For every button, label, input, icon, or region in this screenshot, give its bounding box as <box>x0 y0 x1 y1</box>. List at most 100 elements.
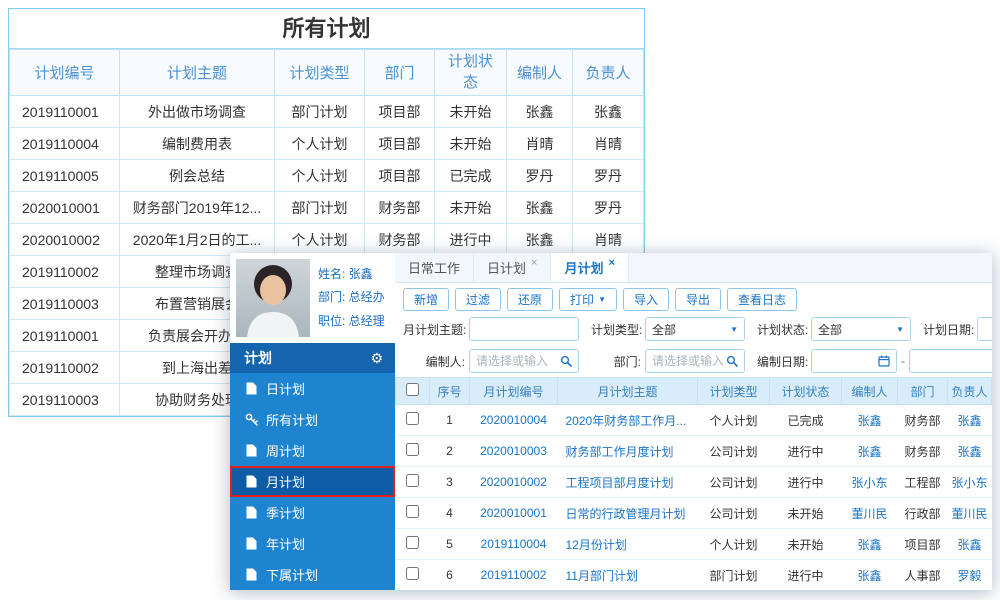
subject-link[interactable]: 12月份计划 <box>566 538 627 552</box>
plan-number-link[interactable]: 2020010004 <box>480 413 547 427</box>
cell-index: 6 <box>429 559 470 590</box>
creator-input[interactable] <box>476 354 557 368</box>
owner-link[interactable]: 张鑫 <box>957 538 981 552</box>
add-button[interactable]: 新增 <box>403 287 450 311</box>
table-row[interactable]: 2020010001 财务部门2019年12... 部门计划 财务部 未开始 张… <box>9 191 644 224</box>
table-row[interactable]: 6 2019110002 11月部门计划 部门计划 进行中 张鑫 人事部 罗毅 <box>395 559 992 590</box>
owner-link[interactable]: 张小东 <box>951 476 987 490</box>
plan-type-select[interactable]: 全部 ▼ <box>645 317 745 341</box>
owner-link[interactable]: 董川民 <box>951 507 987 521</box>
cell-creator: 张鑫 <box>841 435 898 467</box>
cell-creator: 肖晴 <box>506 127 573 160</box>
col-type: 计划类型 <box>274 49 365 96</box>
owner-link[interactable]: 张鑫 <box>957 445 981 459</box>
sidebar-item-subordinate-plan[interactable]: 下属计划 <box>230 559 395 590</box>
owner-link[interactable]: 张鑫 <box>957 414 981 428</box>
created-date-start-input[interactable] <box>818 354 875 368</box>
sidebar-section-plan[interactable]: 计划 ⚙ <box>230 343 395 373</box>
export-button[interactable]: 导出 <box>675 287 722 311</box>
tab-day-plan[interactable]: 日计划 × <box>474 253 552 282</box>
cell-subject: 财务部门2019年12... <box>119 191 275 224</box>
search-icon[interactable] <box>560 355 572 367</box>
filter-button[interactable]: 过滤 <box>455 287 502 311</box>
table-row[interactable]: 3 2020010002 工程项目部月度计划 公司计划 进行中 张小东 工程部 … <box>395 466 992 498</box>
cell-plan-id: 2020010001 <box>9 191 120 224</box>
cell-plan-number: 2019110004 <box>469 528 558 560</box>
cell-subject: 编制费用表 <box>119 127 275 160</box>
sidebar-item-day-plan[interactable]: 日计划 <box>230 373 395 404</box>
row-checkbox[interactable] <box>406 412 419 425</box>
search-icon[interactable] <box>726 355 738 367</box>
gear-icon[interactable]: ⚙ <box>370 350 383 367</box>
sidebar-item-all-plans[interactable]: 所有计划 <box>230 404 395 435</box>
subject-link[interactable]: 日常的行政管理月计划 <box>566 507 686 521</box>
row-checkbox[interactable] <box>406 443 419 456</box>
plan-status-select[interactable]: 全部 ▼ <box>811 317 911 341</box>
created-date-end-input[interactable] <box>916 354 992 368</box>
creator-link[interactable]: 张鑫 <box>857 445 881 459</box>
tab-month-plan[interactable]: 月计划 × <box>551 253 629 282</box>
table-row[interactable]: 5 2019110004 12月份计划 个人计划 未开始 张鑫 项目部 张鑫 <box>395 528 992 560</box>
subject-link[interactable]: 11月部门计划 <box>566 569 638 583</box>
page-title: 所有计划 <box>9 9 644 49</box>
table-row[interactable]: 1 2020010004 2020年财务部工作月... 个人计划 已完成 张鑫 … <box>395 404 992 436</box>
cell-type: 公司计划 <box>697 466 770 498</box>
plan-number-link[interactable]: 2020010001 <box>480 506 547 520</box>
subject-input[interactable] <box>476 322 572 336</box>
plan-number-link[interactable]: 2020010003 <box>480 444 547 458</box>
plan-date-input[interactable] <box>984 322 992 336</box>
dept-input[interactable] <box>652 354 723 368</box>
sidebar-item-label: 所有计划 <box>266 413 319 428</box>
cell-subject: 外出做市场调查 <box>119 95 275 128</box>
reset-button[interactable]: 还原 <box>507 287 554 311</box>
subject-link[interactable]: 2020年财务部工作月... <box>566 414 687 428</box>
table-row[interactable]: 2020010002 2020年1月2日的工... 个人计划 财务部 进行中 张… <box>9 223 644 256</box>
row-checkbox[interactable] <box>406 474 419 487</box>
table-row[interactable]: 2 2020010003 财务部工作月度计划 公司计划 进行中 张鑫 财务部 张… <box>395 435 992 467</box>
table-row[interactable]: 2019110001 外出做市场调查 部门计划 项目部 未开始 张鑫 张鑫 <box>9 95 644 128</box>
calendar-icon[interactable] <box>878 355 890 367</box>
subject-link[interactable]: 工程项目部月度计划 <box>566 476 674 490</box>
col-status: 计划状态 <box>434 49 507 96</box>
col-index: 序号 <box>429 377 470 405</box>
cell-plan-id: 2019110003 <box>9 287 120 320</box>
sidebar-item-quarter-plan[interactable]: 季计划 <box>230 497 395 528</box>
plan-number-link[interactable]: 2020010002 <box>480 475 547 489</box>
row-checkbox[interactable] <box>406 536 419 549</box>
sidebar-item-week-plan[interactable]: 周计划 <box>230 435 395 466</box>
tab-label: 月计划 <box>564 261 604 276</box>
print-button[interactable]: 打印 ▼ <box>559 287 617 311</box>
table-row[interactable]: 2019110004 编制费用表 个人计划 项目部 未开始 肖晴 肖晴 <box>9 127 644 160</box>
type-filter-label: 计划类型: <box>591 322 643 337</box>
button-label: 还原 <box>518 292 543 307</box>
view-log-button[interactable]: 查看日志 <box>727 287 798 311</box>
row-checkbox[interactable] <box>406 505 419 518</box>
close-icon[interactable]: × <box>531 257 537 269</box>
creator-link[interactable]: 张鑫 <box>857 538 881 552</box>
cell-creator: 罗丹 <box>506 159 573 192</box>
import-button[interactable]: 导入 <box>622 287 669 311</box>
row-checkbox[interactable] <box>406 567 419 580</box>
select-all-checkbox[interactable] <box>406 383 419 396</box>
sidebar-item-label: 季计划 <box>266 506 306 521</box>
cell-type: 个人计划 <box>274 159 365 192</box>
creator-link[interactable]: 张鑫 <box>857 414 881 428</box>
creator-link[interactable]: 张小东 <box>851 476 887 490</box>
cell-status: 已完成 <box>434 159 507 192</box>
plan-number-link[interactable]: 2019110002 <box>481 568 547 582</box>
close-icon[interactable]: × <box>608 257 614 269</box>
subject-link[interactable]: 财务部工作月度计划 <box>566 445 674 459</box>
table-row[interactable]: 2019110005 例会总结 个人计划 项目部 已完成 罗丹 罗丹 <box>9 159 644 192</box>
creator-link[interactable]: 张鑫 <box>857 569 881 583</box>
cell-type: 公司计划 <box>697 435 770 467</box>
tab-daily-work[interactable]: 日常工作 <box>395 253 475 282</box>
sidebar-menu: 日计划 所有计划 周计划 月计划 季计划 年计划 下属计划 <box>230 373 395 590</box>
sidebar-item-year-plan[interactable]: 年计划 <box>230 528 395 559</box>
creator-filter-label: 编制人: <box>425 354 465 369</box>
plan-number-link[interactable]: 2019110004 <box>481 537 547 551</box>
table-row[interactable]: 4 2020010001 日常的行政管理月计划 公司计划 未开始 董川民 行政部… <box>395 497 992 529</box>
tab-label: 日计划 <box>487 261 527 276</box>
sidebar-item-month-plan[interactable]: 月计划 <box>230 466 395 497</box>
owner-link[interactable]: 罗毅 <box>957 569 981 583</box>
creator-link[interactable]: 董川民 <box>851 507 887 521</box>
